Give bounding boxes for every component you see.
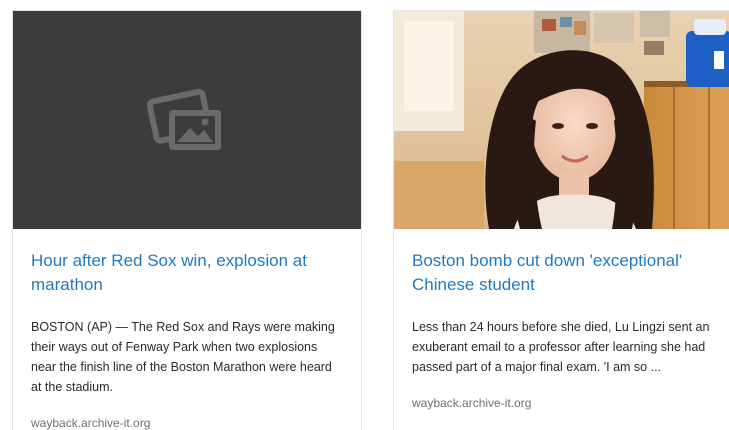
news-card[interactable]: Hour after Red Sox win, explosion at mar…: [12, 10, 362, 430]
image-placeholder-icon: [147, 88, 221, 150]
card-snippet: Less than 24 hours before she died, Lu L…: [412, 320, 710, 374]
card-image[interactable]: [13, 11, 361, 229]
card-title-link[interactable]: Hour after Red Sox win, explosion at mar…: [31, 249, 343, 297]
card-image[interactable]: [394, 11, 729, 229]
card-title-link[interactable]: Boston bomb cut down 'exceptional' Chine…: [412, 249, 724, 297]
card-snippet: BOSTON (AP) — The Red Sox and Rays were …: [31, 320, 335, 394]
card-source[interactable]: wayback.archive-it.org: [31, 415, 343, 430]
news-card[interactable]: Boston bomb cut down 'exceptional' Chine…: [393, 10, 729, 430]
card-source[interactable]: wayback.archive-it.org: [412, 395, 724, 411]
portrait-photo: [394, 11, 729, 229]
news-card-grid: Hour after Red Sox win, explosion at mar…: [0, 0, 729, 430]
